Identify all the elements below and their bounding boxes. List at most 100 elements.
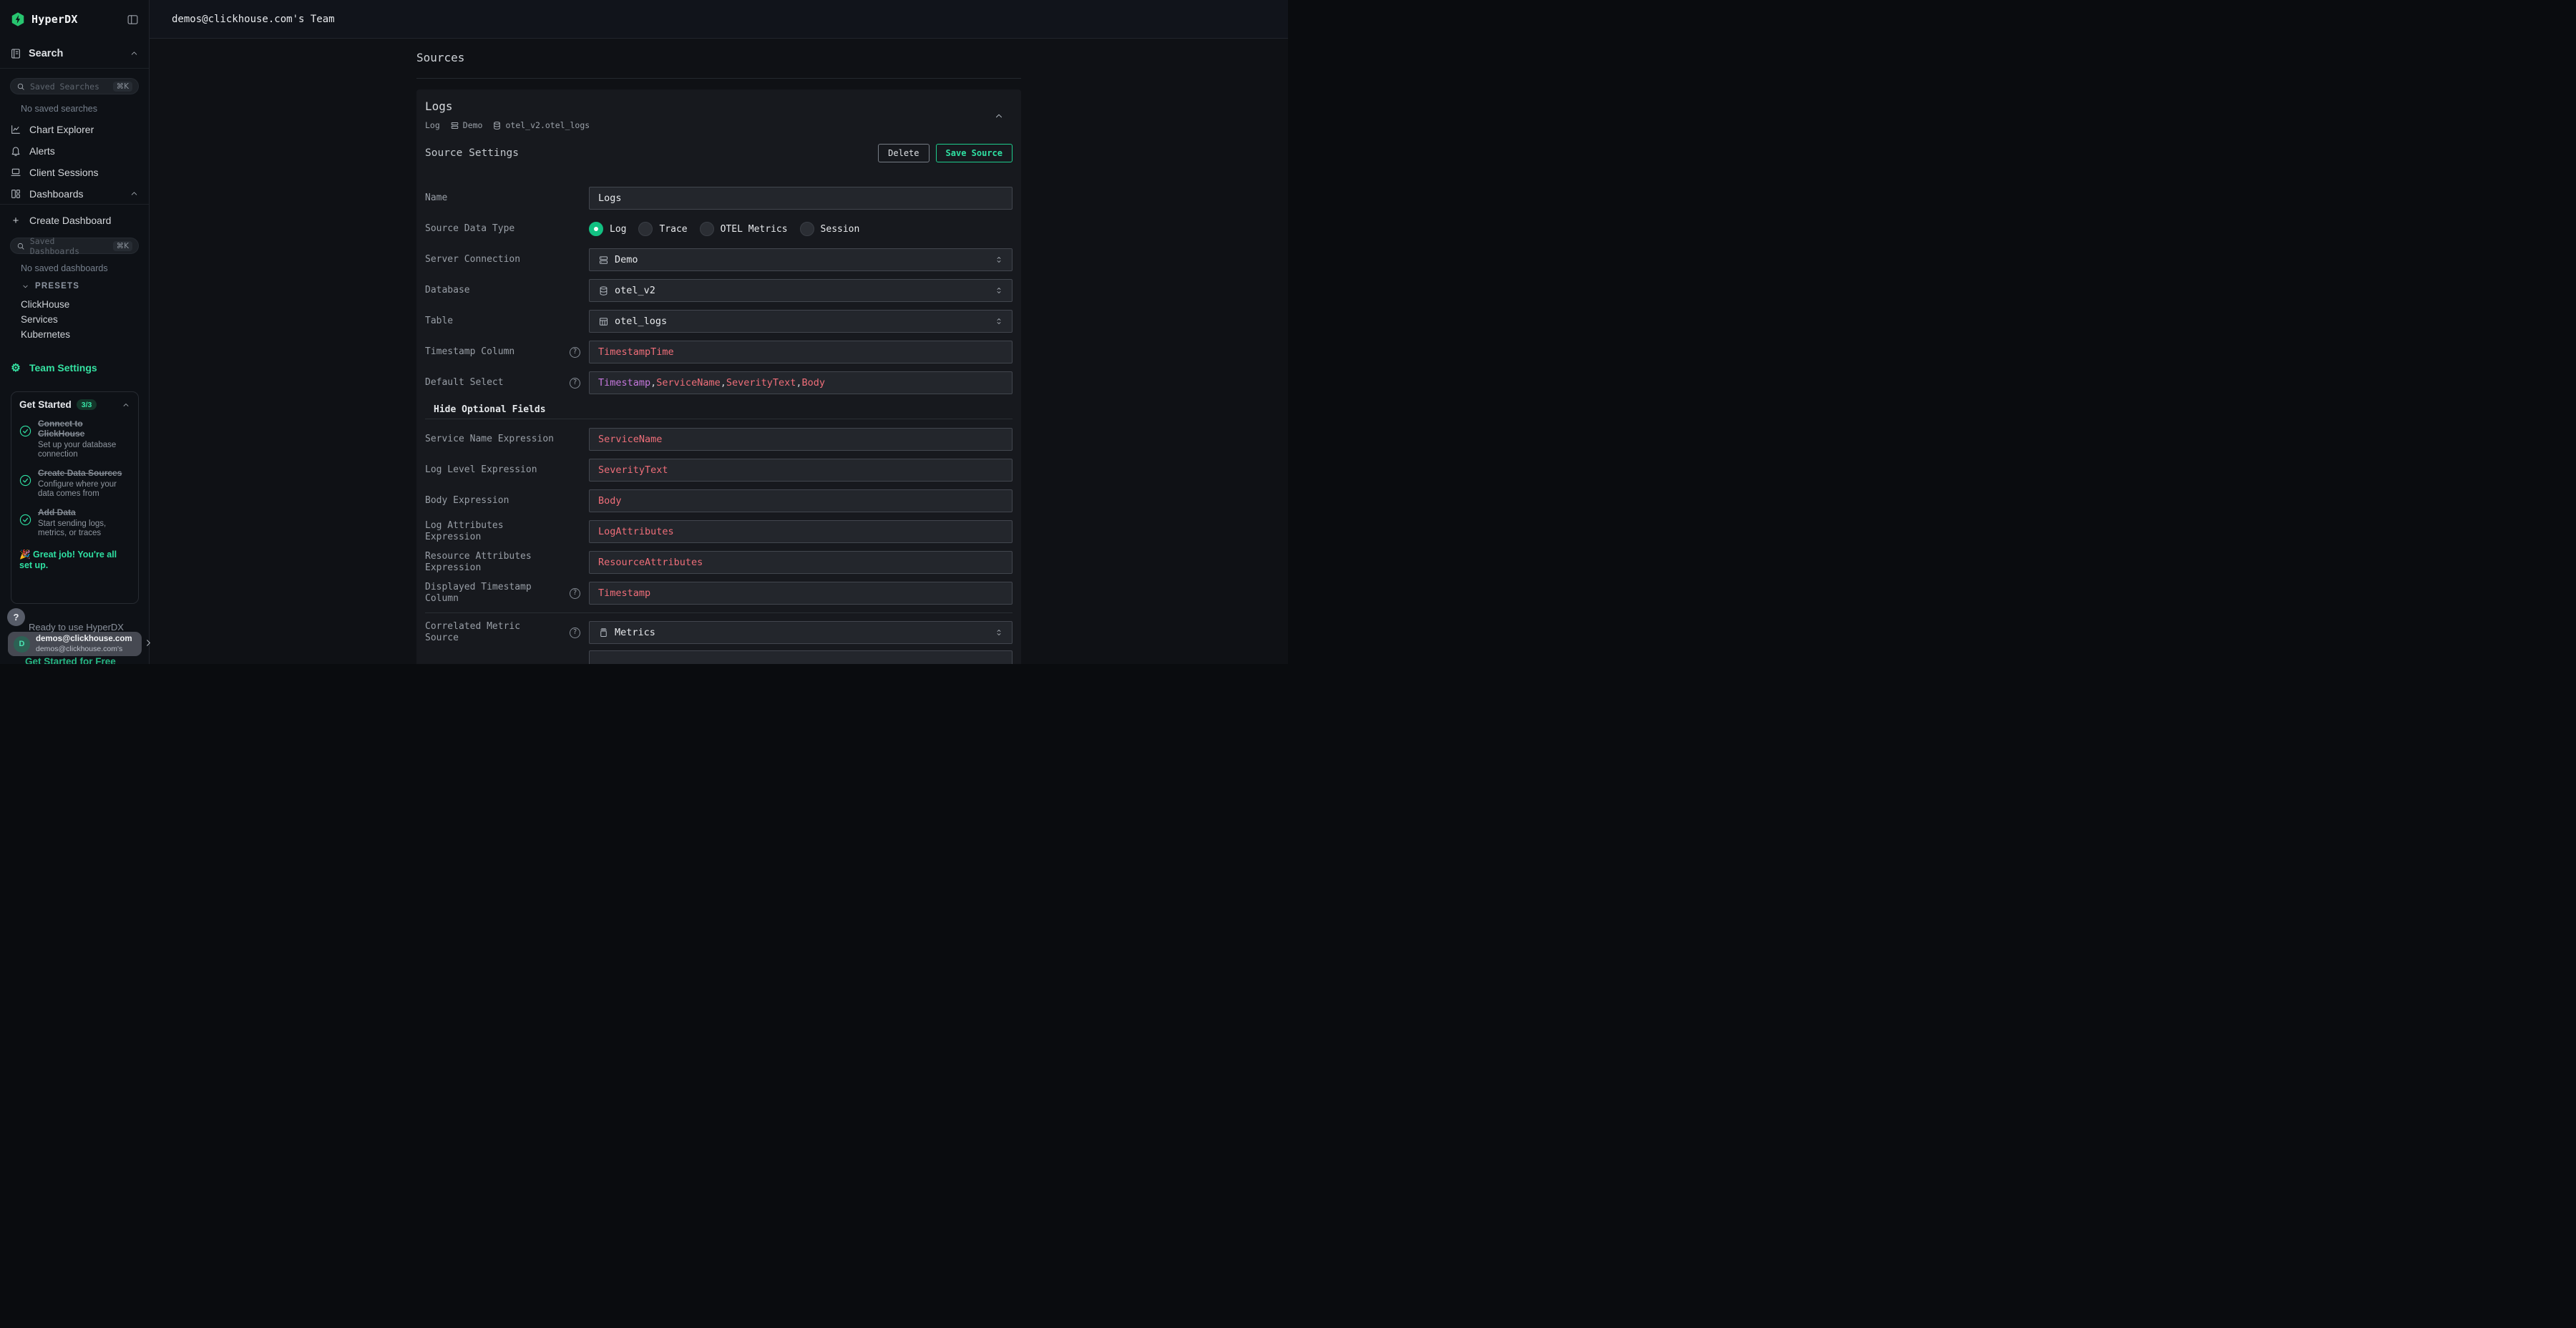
field-row-name: Name Logs [425, 187, 1013, 210]
log-attributes-expression-input[interactable]: LogAttributes [589, 520, 1013, 543]
chevron-up-icon[interactable] [994, 111, 1004, 121]
field-row-table: Table otel_logs [425, 310, 1013, 333]
sidebar-item-client-sessions[interactable]: Client Sessions [0, 162, 149, 183]
brand-name: HyperDX [31, 13, 78, 26]
get-started-item[interactable]: Add Data Start sending logs, metrics, or… [19, 508, 130, 538]
field-label: Displayed Timestamp Column [425, 582, 557, 605]
get-started-item-desc: Start sending logs, metrics, or traces [38, 519, 130, 538]
sidebar-collapse-icon[interactable] [127, 14, 139, 26]
service-name-expression-input[interactable]: ServiceName [589, 428, 1013, 451]
database-select[interactable]: otel_v2 [589, 279, 1013, 302]
chevron-up-icon[interactable] [130, 189, 139, 198]
field-label: Table [425, 316, 453, 327]
search-icon [16, 242, 25, 250]
radio-option-trace[interactable]: Trace [638, 222, 687, 236]
help-icon[interactable]: ? [570, 378, 580, 389]
field-row-displayed-timestamp-column: Displayed Timestamp Column ? Timestamp [425, 582, 1013, 605]
create-dashboard-button[interactable]: + Create Dashboard [0, 210, 149, 231]
radio-option-otel-metrics[interactable]: OTEL Metrics [700, 222, 788, 236]
chevron-up-icon[interactable] [130, 49, 139, 58]
radio-option-session[interactable]: Session [800, 222, 860, 236]
radio-option-log[interactable]: Log [589, 222, 626, 236]
check-circle-icon [19, 474, 31, 487]
field-label: Default Select [425, 377, 504, 389]
correlated-metric-source-select[interactable]: Metrics [589, 621, 1013, 644]
field-row-service-name-expression: Service Name Expression ServiceName [425, 428, 1013, 451]
search-section-icon [10, 48, 21, 59]
save-source-button[interactable]: Save Source [936, 144, 1013, 162]
nav-label: Client Sessions [29, 167, 99, 178]
field-label: Name [425, 192, 447, 204]
chevron-right-icon[interactable] [143, 638, 154, 648]
default-select-input[interactable]: Timestamp,ServiceName,SeverityText,Body [589, 371, 1013, 394]
main-content: Sources Logs Log Demo otel_v2.otel_logs … [150, 39, 1288, 664]
preset-item-kubernetes[interactable]: Kubernetes [0, 327, 149, 342]
sidebar: HyperDX Search Saved Searches ⌘K No save… [0, 0, 150, 664]
field-label: Body Expression [425, 495, 509, 507]
radio-icon[interactable] [800, 222, 814, 236]
metrics-icon [598, 628, 609, 638]
timestamp-column-input[interactable]: TimestampTime [589, 341, 1013, 363]
help-icon[interactable]: ? [570, 347, 580, 358]
presets-toggle[interactable]: PRESETS [0, 282, 149, 290]
chevron-up-icon[interactable] [122, 401, 130, 409]
get-started-item[interactable]: Create Data Sources Configure where your… [19, 469, 130, 499]
delete-button[interactable]: Delete [878, 144, 929, 162]
bell-icon [10, 145, 21, 157]
field-row-timestamp-column: Timestamp Column ? TimestampTime [425, 341, 1013, 363]
field-row-database: Database otel_v2 [425, 279, 1013, 302]
select-chevrons-icon [995, 628, 1003, 638]
section-title: Source Settings [425, 147, 519, 159]
sidebar-item-chart-explorer[interactable]: Chart Explorer [0, 119, 149, 140]
select-chevrons-icon [995, 255, 1003, 265]
field-label: Correlated Metric Source [425, 621, 557, 644]
help-icon[interactable]: ? [570, 588, 580, 599]
brand[interactable]: HyperDX [10, 11, 78, 27]
table-icon [598, 316, 609, 327]
select-chevrons-icon [995, 285, 1003, 296]
sidebar-section-search[interactable]: Search [0, 39, 149, 69]
chevron-down-icon [21, 283, 29, 290]
field-row-resource-attributes-expression: Resource Attributes Expression ResourceA… [425, 551, 1013, 574]
saved-dashboards-input[interactable]: Saved Dashboards ⌘K [10, 238, 139, 254]
user-menu[interactable]: D demos@clickhouse.com demos@clickhouse.… [8, 632, 142, 656]
field-label: Log Level Expression [425, 464, 537, 476]
log-level-expression-input[interactable]: SeverityText [589, 459, 1013, 482]
divider [425, 612, 1013, 613]
resource-attributes-expression-input[interactable]: ResourceAttributes [589, 551, 1013, 574]
server-connection-select[interactable]: Demo [589, 248, 1013, 271]
help-button[interactable]: ? [7, 608, 25, 626]
user-name: demos@clickhouse.com [36, 635, 132, 645]
topbar: demos@clickhouse.com's Team [150, 0, 1288, 39]
sidebar-item-dashboards[interactable]: Dashboards [0, 183, 149, 205]
preset-item-clickhouse[interactable]: ClickHouse [0, 297, 149, 312]
hide-optional-fields-toggle[interactable]: Hide Optional Fields [425, 402, 1013, 416]
team-title: demos@clickhouse.com's Team [172, 14, 335, 25]
search-section-label: Search [29, 48, 63, 59]
partial-input[interactable] [589, 650, 1013, 664]
name-input[interactable]: Logs [589, 187, 1013, 210]
body-expression-input[interactable]: Body [589, 489, 1013, 512]
radio-icon[interactable] [638, 222, 653, 236]
get-started-item-desc: Set up your database connection [38, 441, 130, 459]
cmd-k-badge: ⌘K [113, 82, 132, 92]
preset-item-services[interactable]: Services [0, 312, 149, 327]
radio-icon[interactable] [700, 222, 714, 236]
app-screen: HyperDX Search Saved Searches ⌘K No save… [0, 0, 1288, 664]
saved-searches-input[interactable]: Saved Searches ⌘K [10, 78, 139, 94]
get-started-free-link[interactable]: Get Started for Free [25, 656, 116, 664]
help-icon[interactable]: ? [570, 628, 580, 638]
displayed-timestamp-column-input[interactable]: Timestamp [589, 582, 1013, 605]
get-started-item-title: Add Data [38, 508, 130, 518]
sidebar-header: HyperDX [0, 0, 149, 39]
plus-icon: + [10, 215, 21, 227]
no-saved-searches: No saved searches [0, 104, 149, 114]
sidebar-item-team-settings[interactable]: ⚙ Team Settings [0, 357, 149, 379]
table-select[interactable]: otel_logs [589, 310, 1013, 333]
get-started-item-title: Connect to ClickHouse [38, 419, 130, 439]
sidebar-item-alerts[interactable]: Alerts [0, 140, 149, 162]
get-started-item[interactable]: Connect to ClickHouse Set up your databa… [19, 419, 130, 459]
search-icon [16, 82, 25, 91]
field-label: Database [425, 285, 470, 296]
radio-selected-icon[interactable] [589, 222, 603, 236]
